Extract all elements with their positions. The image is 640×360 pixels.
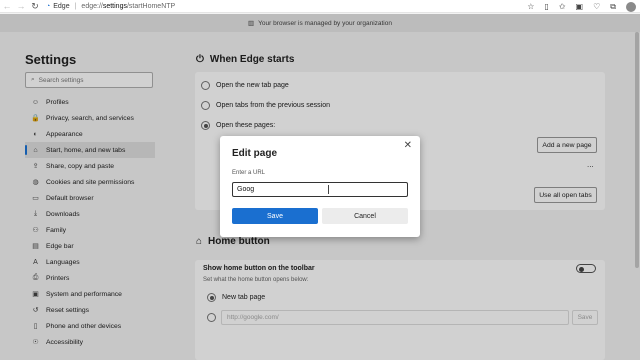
back-icon[interactable]: ←	[0, 0, 14, 13]
save-button[interactable]: Save	[232, 208, 318, 224]
url-field-label: Enter a URL	[232, 170, 266, 176]
favorites-icon[interactable]: ✩	[559, 2, 566, 11]
forward-icon[interactable]: →	[14, 0, 28, 13]
edge-logo-icon: ◔	[46, 2, 51, 10]
split-screen-icon[interactable]: ▯	[544, 2, 548, 11]
address-separator: |	[74, 2, 77, 10]
favorite-add-icon[interactable]: ☆	[527, 2, 534, 11]
address-app-name: Edge	[53, 2, 70, 10]
text-cursor-icon	[328, 185, 329, 194]
profile-avatar[interactable]	[626, 1, 636, 12]
address-url: edge://settings/startHomeNTP	[81, 2, 176, 10]
browser-essentials-icon[interactable]: ♡	[593, 2, 600, 11]
refresh-icon[interactable]: ↻	[28, 0, 42, 13]
url-input[interactable]: Goog	[232, 182, 408, 197]
browser-toolbar: ← → ↻ ◔ Edge | edge://settings/startHome…	[0, 0, 640, 13]
collections-icon[interactable]: ▣	[576, 2, 584, 11]
address-bar[interactable]: ◔ Edge | edge://settings/startHomeNTP	[46, 3, 175, 10]
toolbar-icons: ☆ ▯ ✩ ▣ ♡ ⧉	[527, 0, 636, 13]
extensions-icon[interactable]: ⧉	[610, 2, 616, 12]
close-icon[interactable]: ✕	[404, 140, 412, 151]
edit-page-dialog: Edit page ✕ Enter a URL Goog Save Cancel	[220, 136, 420, 237]
url-input-value: Goog	[237, 186, 255, 193]
dialog-title: Edit page	[232, 148, 278, 159]
cancel-button[interactable]: Cancel	[322, 208, 408, 224]
